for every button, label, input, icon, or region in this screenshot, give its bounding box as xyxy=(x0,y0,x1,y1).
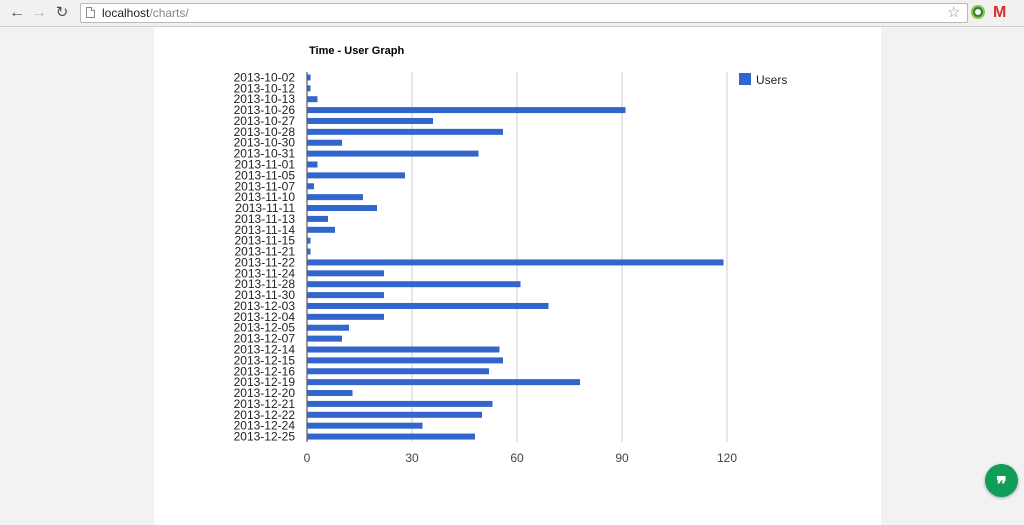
bar[interactable] xyxy=(307,292,384,299)
bar[interactable] xyxy=(307,270,384,277)
bar[interactable] xyxy=(307,107,626,114)
bar[interactable] xyxy=(307,390,353,397)
bar[interactable] xyxy=(307,226,335,233)
bar[interactable] xyxy=(307,324,349,331)
page-content: 2013-10-02 2013-10-12 2013-10-13 2013-10-26… xyxy=(154,27,881,525)
bar[interactable] xyxy=(307,313,384,320)
hangouts-button[interactable]: ❞ xyxy=(985,464,1018,497)
bar[interactable] xyxy=(307,433,475,440)
star-icon[interactable]: ☆ xyxy=(947,4,960,22)
bar[interactable] xyxy=(307,183,314,190)
bar[interactable] xyxy=(307,172,405,179)
x-tick-labels: 0 30 60 90 120 xyxy=(304,451,738,465)
legend-swatch xyxy=(739,73,751,85)
gmail-icon[interactable]: M xyxy=(993,3,1006,23)
bar[interactable] xyxy=(307,96,318,103)
chart-title: Time - User Graph xyxy=(309,45,404,57)
bar[interactable] xyxy=(307,379,580,386)
bar[interactable] xyxy=(307,248,311,255)
page-icon xyxy=(86,7,95,18)
bar[interactable] xyxy=(307,302,549,309)
x-tick-label: 90 xyxy=(615,451,629,465)
bar[interactable] xyxy=(307,161,318,168)
bar[interactable] xyxy=(307,215,328,222)
x-tick-label: 60 xyxy=(510,451,524,465)
arrow-left-icon[interactable]: ← xyxy=(8,4,26,22)
bar[interactable] xyxy=(307,85,311,92)
bar[interactable] xyxy=(307,117,433,124)
url-host: localhost xyxy=(102,6,150,20)
reload-icon[interactable]: ↻ xyxy=(53,4,71,22)
bar[interactable] xyxy=(307,74,311,81)
legend: Users xyxy=(739,73,787,87)
bar[interactable] xyxy=(307,281,521,288)
bar[interactable] xyxy=(307,205,377,212)
bar[interactable] xyxy=(307,128,503,135)
bar[interactable] xyxy=(307,400,493,407)
x-tick-label: 0 xyxy=(304,451,311,465)
bar[interactable] xyxy=(307,139,342,146)
category-label: 2013-12-25 xyxy=(234,430,296,444)
bar[interactable] xyxy=(307,194,363,201)
bar[interactable] xyxy=(307,422,423,429)
bar[interactable] xyxy=(307,346,500,353)
browser-toolbar: ← → ↻ localhost/charts/ ☆ M xyxy=(0,0,1024,27)
bar[interactable] xyxy=(307,357,503,364)
bar-chart: 2013-10-022013-10-122013-10-132013-10-26… xyxy=(234,45,788,465)
x-tick-label: 30 xyxy=(405,451,419,465)
bar[interactable] xyxy=(307,335,342,342)
category-labels: 2013-10-022013-10-122013-10-132013-10-26… xyxy=(234,70,296,443)
bar[interactable] xyxy=(307,259,724,266)
url-text: localhost/charts/ xyxy=(102,6,189,20)
x-tick-label: 120 xyxy=(717,451,737,465)
url-path: /charts/ xyxy=(149,6,189,20)
quote-icon: ❞ xyxy=(996,472,1007,496)
arrow-right-icon[interactable]: → xyxy=(30,4,48,22)
bar[interactable] xyxy=(307,237,311,244)
bar[interactable] xyxy=(307,150,479,157)
legend-label: Users xyxy=(756,73,787,87)
address-bar[interactable]: localhost/charts/ xyxy=(80,3,968,23)
bar[interactable] xyxy=(307,368,489,375)
extension-icon[interactable] xyxy=(971,5,985,19)
bars xyxy=(307,74,724,440)
bar[interactable] xyxy=(307,411,482,418)
gridlines xyxy=(306,72,728,442)
